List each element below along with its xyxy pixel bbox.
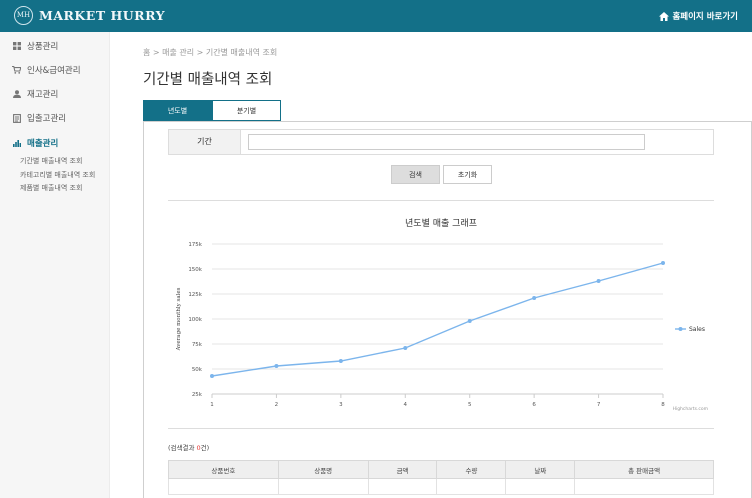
result-suffix: 건)	[200, 444, 210, 452]
x-tick-label: 6	[532, 402, 536, 408]
sidebar-item-label: 인사&급여관리	[27, 66, 81, 76]
column-header[interactable]: 날짜	[505, 460, 576, 479]
tab-bar: 년도별 분기별	[143, 100, 281, 121]
y-tick-label: 50k	[192, 367, 203, 373]
table-cell	[277, 478, 369, 495]
period-row: 기간	[168, 129, 714, 155]
grid-icon	[12, 42, 21, 51]
column-header[interactable]: 수량	[436, 460, 507, 479]
result-count: (검색결과 0건)	[168, 442, 209, 452]
top-bar: MH MARKET HURRY 홈페이지 바로가기	[0, 0, 752, 32]
table-cell	[574, 478, 714, 495]
x-tick-label: 1	[210, 402, 214, 408]
sidebar: 상품관리 인사&급여관리 재고관리 입출고관리 매출관리 기간별 매출내역 조회…	[0, 32, 110, 498]
y-tick-label: 150k	[188, 267, 202, 273]
period-input[interactable]	[248, 134, 645, 150]
sidebar-item-label: 매출관리	[27, 139, 59, 149]
data-point	[338, 359, 343, 363]
data-point	[403, 346, 408, 350]
column-header[interactable]: 금액	[367, 460, 438, 479]
legend-label: Sales	[689, 326, 705, 333]
sidebar-item-inventory[interactable]: 재고관리	[12, 88, 58, 100]
chart-title: 년도별 매출 그래프	[405, 218, 477, 229]
page-title: 기간별 매출내역 조회	[143, 72, 273, 88]
sidebar-subitem-category-sales[interactable]: 카테고리별 매출내역 조회	[20, 170, 95, 180]
tab-quarterly[interactable]: 분기별	[212, 100, 281, 121]
table-cell	[505, 478, 576, 495]
home-icon	[659, 11, 670, 21]
sales-chart: 년도별 매출 그래프 25k 50k 75k 100k 125k 150k 175k 1 2 3 4 5…	[168, 208, 714, 416]
sidebar-item-shipping[interactable]: 입출고관리	[12, 112, 66, 124]
bar-chart-icon	[12, 139, 21, 148]
cart-icon	[12, 66, 21, 75]
main-content: 홈 > 매출 관리 > 기간별 매출내역 조회 기간별 매출내역 조회 년도별 …	[110, 32, 752, 498]
data-point	[596, 279, 601, 283]
column-header[interactable]: 상품번호	[168, 460, 279, 479]
y-axis-label: Average monthly sales	[176, 287, 182, 351]
table-cell	[367, 478, 438, 495]
y-tick-label: 125k	[188, 292, 202, 298]
x-tick-label: 4	[404, 402, 408, 408]
chart-credits: Highcharts.com	[673, 406, 708, 412]
x-tick-label: 8	[661, 402, 665, 408]
divider	[168, 200, 714, 201]
sidebar-item-hr-payroll[interactable]: 인사&급여관리	[12, 64, 81, 76]
search-button[interactable]: 검색	[391, 165, 440, 184]
x-tick-label: 7	[597, 402, 601, 408]
sidebar-item-label: 재고관리	[27, 90, 59, 100]
reset-button[interactable]: 초기화	[443, 165, 492, 184]
result-prefix: (검색결과	[168, 444, 197, 452]
x-tick-label: 2	[275, 402, 279, 408]
sidebar-item-label: 입출고관리	[27, 114, 67, 124]
user-icon	[12, 90, 21, 99]
sidebar-item-products[interactable]: 상품관리	[12, 40, 58, 52]
sidebar-subitem-product-sales[interactable]: 제품별 매출내역 조회	[20, 183, 82, 193]
y-tick-label: 100k	[188, 317, 202, 323]
tab-panel: 기간 검색 초기화 년도별 매출 그래프 25k 50k 75k 100k 125k 150…	[143, 121, 752, 498]
legend-marker	[678, 327, 683, 331]
table-row	[168, 478, 714, 495]
sidebar-item-label: 상품관리	[27, 42, 59, 52]
period-label: 기간	[169, 130, 241, 154]
sidebar-item-sales[interactable]: 매출관리	[12, 137, 58, 149]
data-point	[532, 296, 537, 300]
y-tick-label: 175k	[188, 242, 202, 248]
column-header[interactable]: 상품명	[277, 460, 369, 479]
homepage-link[interactable]: 홈페이지 바로가기	[659, 10, 738, 22]
homepage-link-label: 홈페이지 바로가기	[672, 12, 738, 22]
logo[interactable]: MH MARKET HURRY	[14, 6, 165, 25]
sidebar-subitem-period-sales[interactable]: 기간별 매출내역 조회	[20, 156, 82, 166]
data-point	[467, 319, 472, 323]
x-tick-label: 5	[468, 402, 472, 408]
logo-mark: MH	[14, 6, 33, 25]
logo-text: MARKET HURRY	[39, 8, 165, 23]
table-header-row: 상품번호 상품명 금액 수량 날짜 총 판매금액	[168, 460, 714, 479]
data-point	[274, 364, 279, 368]
column-header[interactable]: 총 판매금액	[574, 460, 714, 479]
chart-svg: 년도별 매출 그래프 25k 50k 75k 100k 125k 150k 175k 1 2 3 4 5…	[176, 218, 708, 412]
results-table: 상품번호 상품명 금액 수량 날짜 총 판매금액	[168, 460, 714, 495]
data-point	[661, 261, 665, 265]
breadcrumb: 홈 > 매출 관리 > 기간별 매출내역 조회	[143, 48, 278, 57]
table-cell	[436, 478, 507, 495]
document-icon	[12, 113, 21, 123]
y-tick-label: 25k	[192, 392, 203, 398]
data-point	[210, 374, 214, 378]
table-cell	[168, 478, 279, 495]
x-tick-label: 3	[339, 402, 343, 408]
y-tick-label: 75k	[192, 342, 203, 348]
divider	[168, 428, 714, 429]
tab-yearly[interactable]: 년도별	[143, 100, 212, 121]
